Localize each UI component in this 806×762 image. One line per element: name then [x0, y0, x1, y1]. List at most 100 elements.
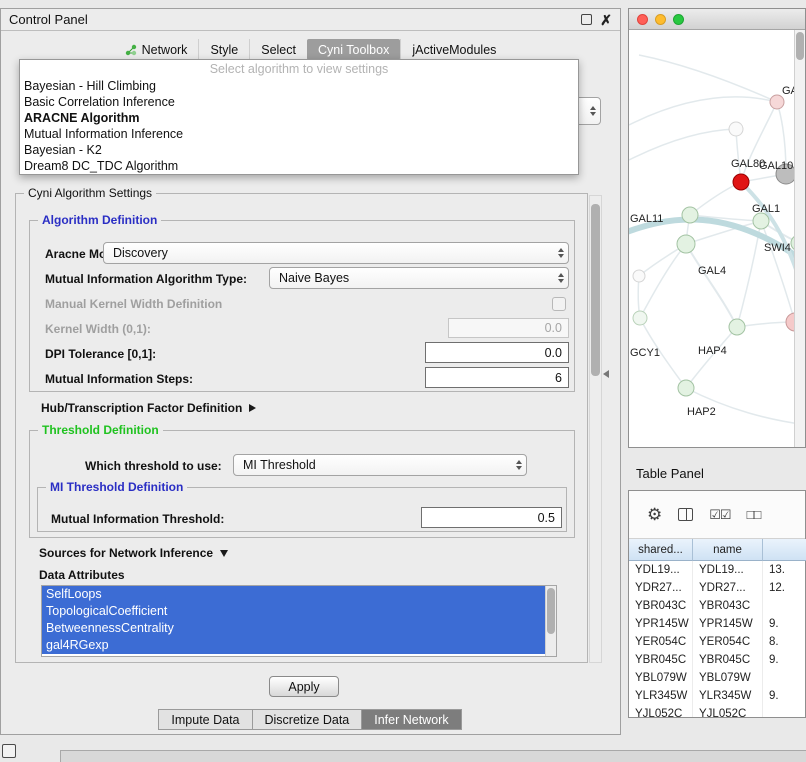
deselect-all-checkboxes-icon[interactable]: □□ — [747, 507, 761, 522]
network-scrollbar-thumb[interactable] — [796, 32, 804, 60]
combobox-stepper-icon — [511, 460, 526, 470]
network-node-label: GAL11 — [630, 213, 663, 225]
cell-value — [763, 705, 805, 717]
dpi-tolerance-label: DPI Tolerance [0,1]: — [45, 347, 156, 361]
algorithm-dropdown-placeholder: Select algorithm to view settings — [20, 61, 578, 78]
sources-section-toggle[interactable]: Sources for Network Inference — [39, 546, 228, 560]
mi-threshold-field[interactable]: 0.5 — [421, 507, 562, 528]
kernel-width-field[interactable]: 0.0 — [448, 318, 569, 338]
close-icon[interactable]: ✗ — [600, 14, 612, 26]
network-node[interactable] — [677, 235, 695, 253]
list-item[interactable]: TopologicalCoefficient — [42, 603, 545, 620]
table-row[interactable]: YJL052C YJL052C — [629, 705, 805, 717]
menu-item[interactable]: Mutual Information Inference — [20, 126, 578, 142]
network-graph: GAL7 GAL80 GAL10 GAL11 GAL1 SWI4 GAL4 GC… — [629, 30, 805, 447]
tab-impute-data-label: Impute Data — [171, 713, 239, 727]
data-attributes-label: Data Attributes — [39, 568, 125, 582]
aracne-mode-select[interactable]: Discovery — [103, 242, 569, 264]
network-node[interactable] — [733, 174, 749, 190]
network-node[interactable] — [633, 311, 647, 325]
cell-name: YER054C — [693, 633, 763, 651]
data-attributes-list[interactable]: SelfLoops TopologicalCoefficient Between… — [41, 585, 557, 657]
tab-cyni-toolbox[interactable]: Cyni Toolbox — [307, 39, 400, 60]
table-row[interactable]: YER054C YER054C 8. — [629, 633, 805, 651]
panel-splitter-handle[interactable] — [603, 370, 609, 378]
network-canvas[interactable]: GAL7 GAL80 GAL10 GAL11 GAL1 SWI4 GAL4 GC… — [629, 30, 805, 447]
which-threshold-select[interactable]: MI Threshold — [233, 454, 527, 476]
columns-icon[interactable] — [678, 508, 693, 521]
zoom-traffic-light[interactable] — [673, 14, 684, 25]
table-row[interactable]: YBR043C YBR043C — [629, 597, 805, 615]
menu-item[interactable]: Bayesian - K2 — [20, 142, 578, 158]
tab-impute-data[interactable]: Impute Data — [158, 709, 252, 730]
network-node-labels: GAL7 GAL80 GAL10 GAL11 GAL1 SWI4 GAL4 GC… — [630, 85, 805, 418]
float-window-icon[interactable] — [581, 14, 592, 25]
network-node-label: SWI4 — [764, 242, 791, 254]
hub-section-toggle[interactable]: Hub/Transcription Factor Definition — [41, 401, 256, 415]
minimize-traffic-light[interactable] — [655, 14, 666, 25]
chevron-right-icon — [249, 404, 256, 412]
combobox-stepper-icon — [553, 273, 568, 283]
cell-shared-name: YDR27... — [629, 579, 693, 597]
menu-item-selected[interactable]: ARACNE Algorithm — [20, 110, 578, 126]
mi-steps-label: Mutual Information Steps: — [45, 372, 193, 386]
network-node[interactable] — [770, 95, 784, 109]
attributes-scrollbar-thumb[interactable] — [547, 588, 555, 634]
settings-scrollbar-thumb[interactable] — [591, 204, 600, 376]
list-item[interactable]: BetweennessCentrality — [42, 620, 545, 637]
table-panel-window: ⚙ ☑☑ □□ shared... name YDL19... YDL19...… — [628, 490, 806, 718]
select-all-checkboxes-icon[interactable]: ☑☑ — [709, 507, 730, 523]
algorithm-dropdown-popup[interactable]: Select algorithm to view settings Bayesi… — [19, 59, 579, 175]
cyni-algorithm-settings-title: Cyni Algorithm Settings — [24, 186, 156, 200]
list-item[interactable]: gal4RGexp — [42, 637, 545, 654]
chevron-down-icon — [220, 550, 228, 557]
dpi-tolerance-field[interactable]: 0.0 — [425, 342, 569, 363]
menu-item[interactable]: Basic Correlation Inference — [20, 94, 578, 110]
table-row[interactable]: YDL19... YDL19... 13. — [629, 561, 805, 579]
tab-infer-network[interactable]: Infer Network — [361, 709, 461, 730]
aracne-mode-value: Discovery — [104, 246, 553, 260]
tab-jactivemodules[interactable]: jActiveModules — [400, 39, 507, 60]
table-row[interactable]: YDR27... YDR27... 12. — [629, 579, 805, 597]
table-row[interactable]: YPR145W YPR145W 9. — [629, 615, 805, 633]
tab-network[interactable]: Network — [114, 39, 199, 60]
network-node[interactable] — [729, 122, 743, 136]
network-node[interactable] — [682, 207, 698, 223]
bottom-panel-edge — [60, 750, 806, 762]
column-header-name[interactable]: name — [693, 539, 763, 561]
mi-algorithm-type-select[interactable]: Naive Bayes — [269, 267, 569, 289]
tab-jactivemodules-label: jActiveModules — [412, 43, 496, 57]
menu-item[interactable]: Dream8 DC_TDC Algorithm — [20, 158, 578, 174]
network-node[interactable] — [729, 319, 745, 335]
cell-shared-name: YBR043C — [629, 597, 693, 615]
list-item[interactable]: SelfLoops — [42, 586, 545, 603]
mi-threshold-label: Mutual Information Threshold: — [51, 512, 224, 526]
mi-steps-field[interactable]: 6 — [425, 367, 569, 388]
tab-style[interactable]: Style — [198, 39, 249, 60]
network-tab-icon — [125, 44, 137, 56]
table-row[interactable]: YBR045C YBR045C 9. — [629, 651, 805, 669]
tab-select[interactable]: Select — [249, 39, 307, 60]
minimized-panel-icon[interactable] — [2, 744, 16, 758]
cell-shared-name: YBL079W — [629, 669, 693, 687]
table-row[interactable]: YLR345W YLR345W 9. — [629, 687, 805, 705]
table-row[interactable]: YBL079W YBL079W — [629, 669, 805, 687]
dpi-tolerance-value: 0.0 — [545, 346, 562, 360]
gear-icon[interactable]: ⚙ — [647, 505, 662, 525]
network-node[interactable] — [678, 380, 694, 396]
network-node[interactable] — [753, 213, 769, 229]
cell-shared-name: YBR045C — [629, 651, 693, 669]
column-header-shared-name[interactable]: shared... — [629, 539, 693, 561]
settings-scrollbar[interactable] — [589, 195, 602, 663]
manual-kernel-width-checkbox[interactable] — [552, 297, 566, 311]
menu-item[interactable]: Bayesian - Hill Climbing — [20, 78, 578, 94]
apply-button[interactable]: Apply — [269, 676, 339, 697]
cell-value: 9. — [763, 687, 805, 705]
close-traffic-light[interactable] — [637, 14, 648, 25]
column-header-clipped[interactable] — [763, 539, 806, 561]
network-node[interactable] — [633, 270, 645, 282]
mi-algorithm-type-value: Naive Bayes — [270, 271, 553, 285]
attributes-scrollbar[interactable] — [545, 586, 556, 657]
network-scrollbar[interactable] — [794, 30, 805, 447]
tab-discretize-data[interactable]: Discretize Data — [252, 709, 363, 730]
